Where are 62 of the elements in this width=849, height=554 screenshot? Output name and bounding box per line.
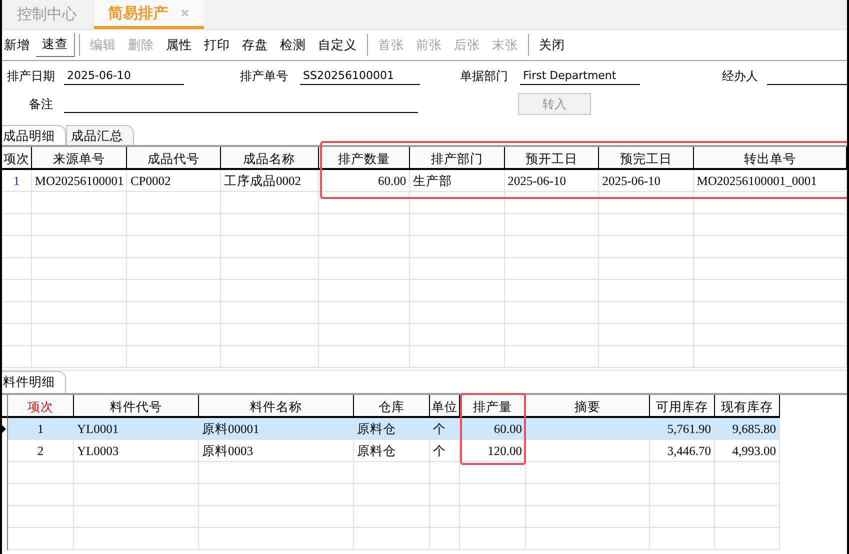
toolbar-button[interactable]: 打印 <box>198 33 236 57</box>
column-header[interactable]: 成品代号 <box>127 147 221 170</box>
table-cell: 9,685.80 <box>715 418 780 440</box>
table-cell: 1 <box>8 418 74 440</box>
table-cell: 4,993.00 <box>715 440 780 462</box>
number-field[interactable]: SS20256100001 <box>300 67 420 85</box>
table-cell: 工序成品0002 <box>221 170 319 192</box>
column-header[interactable]: 排产数量 <box>318 147 410 170</box>
toolbar-button[interactable]: 自定义 <box>312 33 363 57</box>
field-label: 经办人 <box>722 68 759 85</box>
column-header[interactable]: 成品名称 <box>220 147 318 170</box>
table-cell: 原料仓 <box>354 418 430 440</box>
table-cell: CP0002 <box>127 170 221 192</box>
column-header[interactable]: 料件名称 <box>199 395 354 418</box>
table-cell: 1 <box>2 170 32 192</box>
column-header[interactable]: 转出单号 <box>694 147 847 170</box>
table-cell: 3,446.70 <box>650 440 715 462</box>
table-cell: 2025-06-10 <box>504 170 600 192</box>
table-cell: 2 <box>8 440 74 462</box>
table-cell: 个 <box>430 440 460 462</box>
section-tab[interactable]: 成品明细 <box>2 125 66 145</box>
table-cell: 原料00001 <box>199 418 354 440</box>
table-cell: 2025-06-10 <box>599 170 694 192</box>
toolbar-button[interactable]: 存盘 <box>236 33 274 57</box>
field-label: 排产单号 <box>240 68 289 85</box>
section-tab[interactable]: 成品汇总 <box>66 125 134 145</box>
table-cell: 60.00 <box>460 418 526 440</box>
column-header[interactable]: 项次 <box>8 395 74 418</box>
table-cell: 个 <box>430 418 460 440</box>
toolbar-button[interactable]: 属性 <box>160 33 198 57</box>
column-header[interactable]: 单位 <box>430 395 460 418</box>
column-header[interactable]: 仓库 <box>354 395 430 418</box>
department-field[interactable]: First Department <box>520 67 640 85</box>
table-cell: 60.00 <box>318 170 410 192</box>
column-header[interactable]: 料件代号 <box>74 395 199 418</box>
table-cell: YL0001 <box>74 418 199 440</box>
column-header[interactable]: 排产量 <box>460 395 526 418</box>
column-header[interactable]: 来源单号 <box>32 147 128 170</box>
table-cell: 原料0003 <box>199 440 354 462</box>
section-tab[interactable]: 料件明细 <box>2 371 66 393</box>
table-cell: 原料仓 <box>354 440 430 462</box>
column-header[interactable]: 预完工日 <box>599 147 694 170</box>
column-header[interactable]: 摘要 <box>526 395 650 418</box>
table-cell: 生产部 <box>410 170 505 192</box>
toolbar-button[interactable]: 速查 <box>36 33 75 57</box>
table-cell: 5,761.90 <box>650 418 715 440</box>
toolbar-button[interactable]: 关闭 <box>533 33 571 57</box>
column-header[interactable]: 现有库存 <box>715 395 780 418</box>
column-header[interactable]: 可用库存 <box>650 395 715 418</box>
toolbar-button[interactable]: 新增 <box>2 33 36 57</box>
table-cell: 120.00 <box>460 440 526 462</box>
table-cell: MO20256100001 <box>32 170 128 192</box>
field-label: 排产日期 <box>7 68 56 85</box>
column-header[interactable]: 预开工日 <box>504 147 600 170</box>
toolbar-button[interactable]: 检测 <box>274 33 312 57</box>
field-label: 单据部门 <box>460 68 509 85</box>
field-label: 备注 <box>29 96 54 113</box>
column-header[interactable]: 排产部门 <box>410 147 505 170</box>
date-field[interactable]: 2025-06-10 <box>64 67 184 85</box>
column-header[interactable]: 项次 <box>2 147 32 170</box>
table-cell: MO20256100001_0001 <box>694 170 847 192</box>
table-cell: YL0003 <box>74 440 199 462</box>
